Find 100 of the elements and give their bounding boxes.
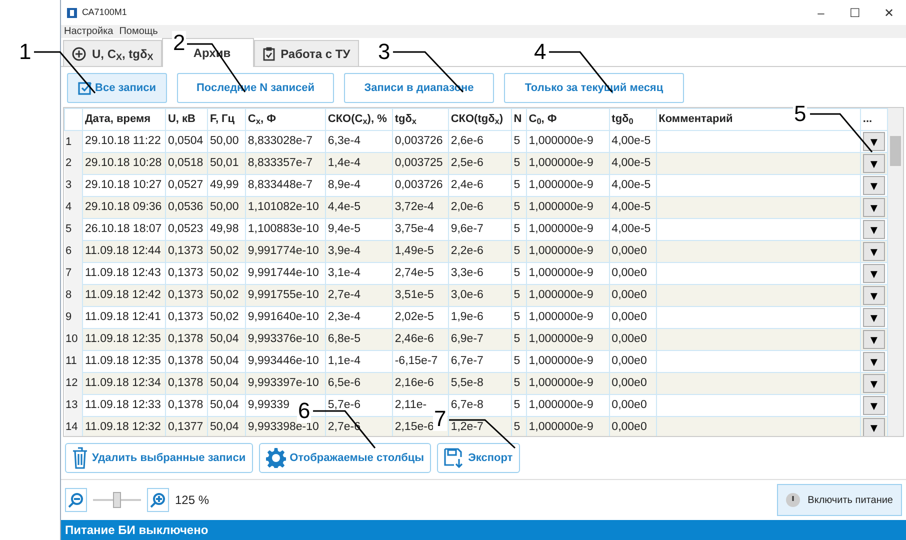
table-cell: 0,00e0 (609, 240, 656, 262)
row-number: 7 (64, 262, 82, 284)
table-cell: 0,00e0 (609, 328, 656, 350)
menu-item[interactable]: Помощь (119, 25, 158, 38)
tab[interactable]: U, C$_{X}$, tgδ$_{X}$ (63, 40, 162, 66)
column-header: C$_{x}$, Ф (245, 108, 326, 130)
action-button[interactable]: Отображаемые столбцы (258, 443, 432, 473)
dropdown-button[interactable]: ▼ (862, 330, 885, 349)
clipboard-check-icon (262, 46, 275, 60)
checkbox-icon (78, 81, 92, 95)
table-cell: 1,000000e-9 (526, 284, 610, 306)
row-number: 9 (64, 306, 82, 328)
table-cell: 0,00e0 (609, 372, 656, 394)
zoom-in-button[interactable] (147, 488, 169, 512)
table-cell: 1,4e-4 (325, 152, 392, 174)
column-header: СКО(C$_{x}$), % (325, 108, 392, 130)
table-cell: 3,51e-5 (392, 284, 448, 306)
zoom-reading: 125 % (175, 492, 210, 509)
power-icon (786, 493, 800, 507)
table-cell: 0,0518 (165, 152, 208, 174)
table-cell: 4,00e-5 (609, 152, 656, 174)
table-cell: 0,1378 (165, 372, 208, 394)
table-cell: 29.10.18 09:36 (82, 196, 166, 218)
column-header: N (511, 108, 526, 130)
table-cell: 9,993397e-10 (245, 372, 326, 394)
dropdown-button[interactable]: ▼ (862, 198, 885, 217)
column-header: tgδ$_{0}$ (609, 108, 656, 130)
row-number: 2 (64, 152, 82, 174)
dropdown-button[interactable]: ▼ (862, 176, 885, 195)
column-header: F, Гц (207, 108, 246, 130)
dropdown-button[interactable]: ▼ (862, 132, 885, 151)
column-header: U, кВ (165, 108, 208, 130)
row-number: 11 (64, 350, 82, 372)
table-cell: 9,991755e-10 (245, 284, 326, 306)
vertical-scrollbar[interactable] (888, 108, 903, 436)
tab[interactable]: Работа с ТУ (254, 40, 360, 66)
table-cell: 50,04 (207, 416, 246, 436)
zoom-out-button[interactable] (65, 488, 87, 512)
maximize-button[interactable]: ☐ (838, 4, 872, 22)
window-title: СА7100М1 (82, 6, 127, 19)
table-cell: 2,5e-6 (448, 152, 512, 174)
dropdown-button[interactable]: ▼ (862, 220, 885, 239)
dropdown-button[interactable]: ▼ (862, 418, 885, 436)
table-cell: 3,9e-4 (325, 240, 392, 262)
zoom-in-icon (150, 492, 166, 508)
app-icon (67, 8, 77, 18)
row-number: 1 (64, 130, 82, 152)
row-number: 8 (64, 284, 82, 306)
table-cell: 0,1373 (165, 284, 208, 306)
minimize-button[interactable]: – (804, 4, 838, 22)
dropdown-button[interactable]: ▼ (862, 352, 885, 371)
dropdown-button[interactable]: ▼ (862, 286, 885, 305)
table-cell: 11.09.18 12:35 (82, 328, 166, 350)
filter-button[interactable]: Все записи (67, 73, 167, 103)
trash-icon (72, 447, 88, 469)
table-cell: 50,01 (207, 152, 246, 174)
table-cell: 3,0e-6 (448, 284, 512, 306)
table-cell: 50,02 (207, 284, 246, 306)
row-number: 3 (64, 174, 82, 196)
dropdown-button[interactable]: ▼ (862, 396, 885, 415)
row-number: 10 (64, 328, 82, 350)
zoom-out-icon (68, 492, 84, 508)
table-cell: 5,5e-8 (448, 372, 512, 394)
dropdown-button[interactable]: ▼ (862, 154, 885, 173)
row-number: 4 (64, 196, 82, 218)
table-cell: 2,0e-6 (448, 196, 512, 218)
row-number: 14 (64, 416, 82, 436)
column-header: C$_{0}$, Ф (526, 108, 610, 130)
table-cell: 0,1373 (165, 240, 208, 262)
dropdown-button[interactable]: ▼ (862, 374, 885, 393)
table-cell: 0,1378 (165, 328, 208, 350)
table-cell: 1,000000e-9 (526, 328, 610, 350)
table-cell: 1,000000e-9 (526, 196, 610, 218)
row-number: 5 (64, 218, 82, 240)
menu-item[interactable]: Настройка (64, 25, 114, 38)
table-cell: 1,49e-5 (392, 240, 448, 262)
dropdown-button[interactable]: ▼ (862, 242, 885, 261)
table-cell: 11.09.18 12:32 (82, 416, 166, 436)
power-button[interactable]: Включить питание (776, 484, 902, 516)
dropdown-button[interactable]: ▼ (862, 264, 885, 283)
row-number: 12 (64, 372, 82, 394)
table-cell: 4,00e-5 (609, 196, 656, 218)
table-cell: 6,5e-6 (325, 372, 392, 394)
table-cell: 11.09.18 12:42 (82, 284, 166, 306)
table-cell: 1,000000e-9 (526, 372, 610, 394)
column-header: ... (860, 108, 888, 130)
table-cell: 29.10.18 10:28 (82, 152, 166, 174)
close-button[interactable]: ✕ (872, 4, 906, 22)
table-cell: 11.09.18 12:44 (82, 240, 166, 262)
table-cell: 1,000000e-9 (526, 416, 610, 436)
table-cell: 0,0536 (165, 196, 208, 218)
table-cell: 2,2e-6 (448, 240, 512, 262)
table-cell: 2,7e-4 (325, 284, 392, 306)
table-cell: 50,04 (207, 328, 246, 350)
action-button[interactable]: Удалить выбранные записи (65, 443, 253, 473)
dropdown-button[interactable]: ▼ (862, 308, 885, 327)
slider-thumb[interactable] (113, 492, 121, 508)
action-button[interactable]: Экспорт (437, 443, 520, 473)
table-cell: 1,000000e-9 (526, 152, 610, 174)
table-cell: 0,00e0 (609, 284, 656, 306)
